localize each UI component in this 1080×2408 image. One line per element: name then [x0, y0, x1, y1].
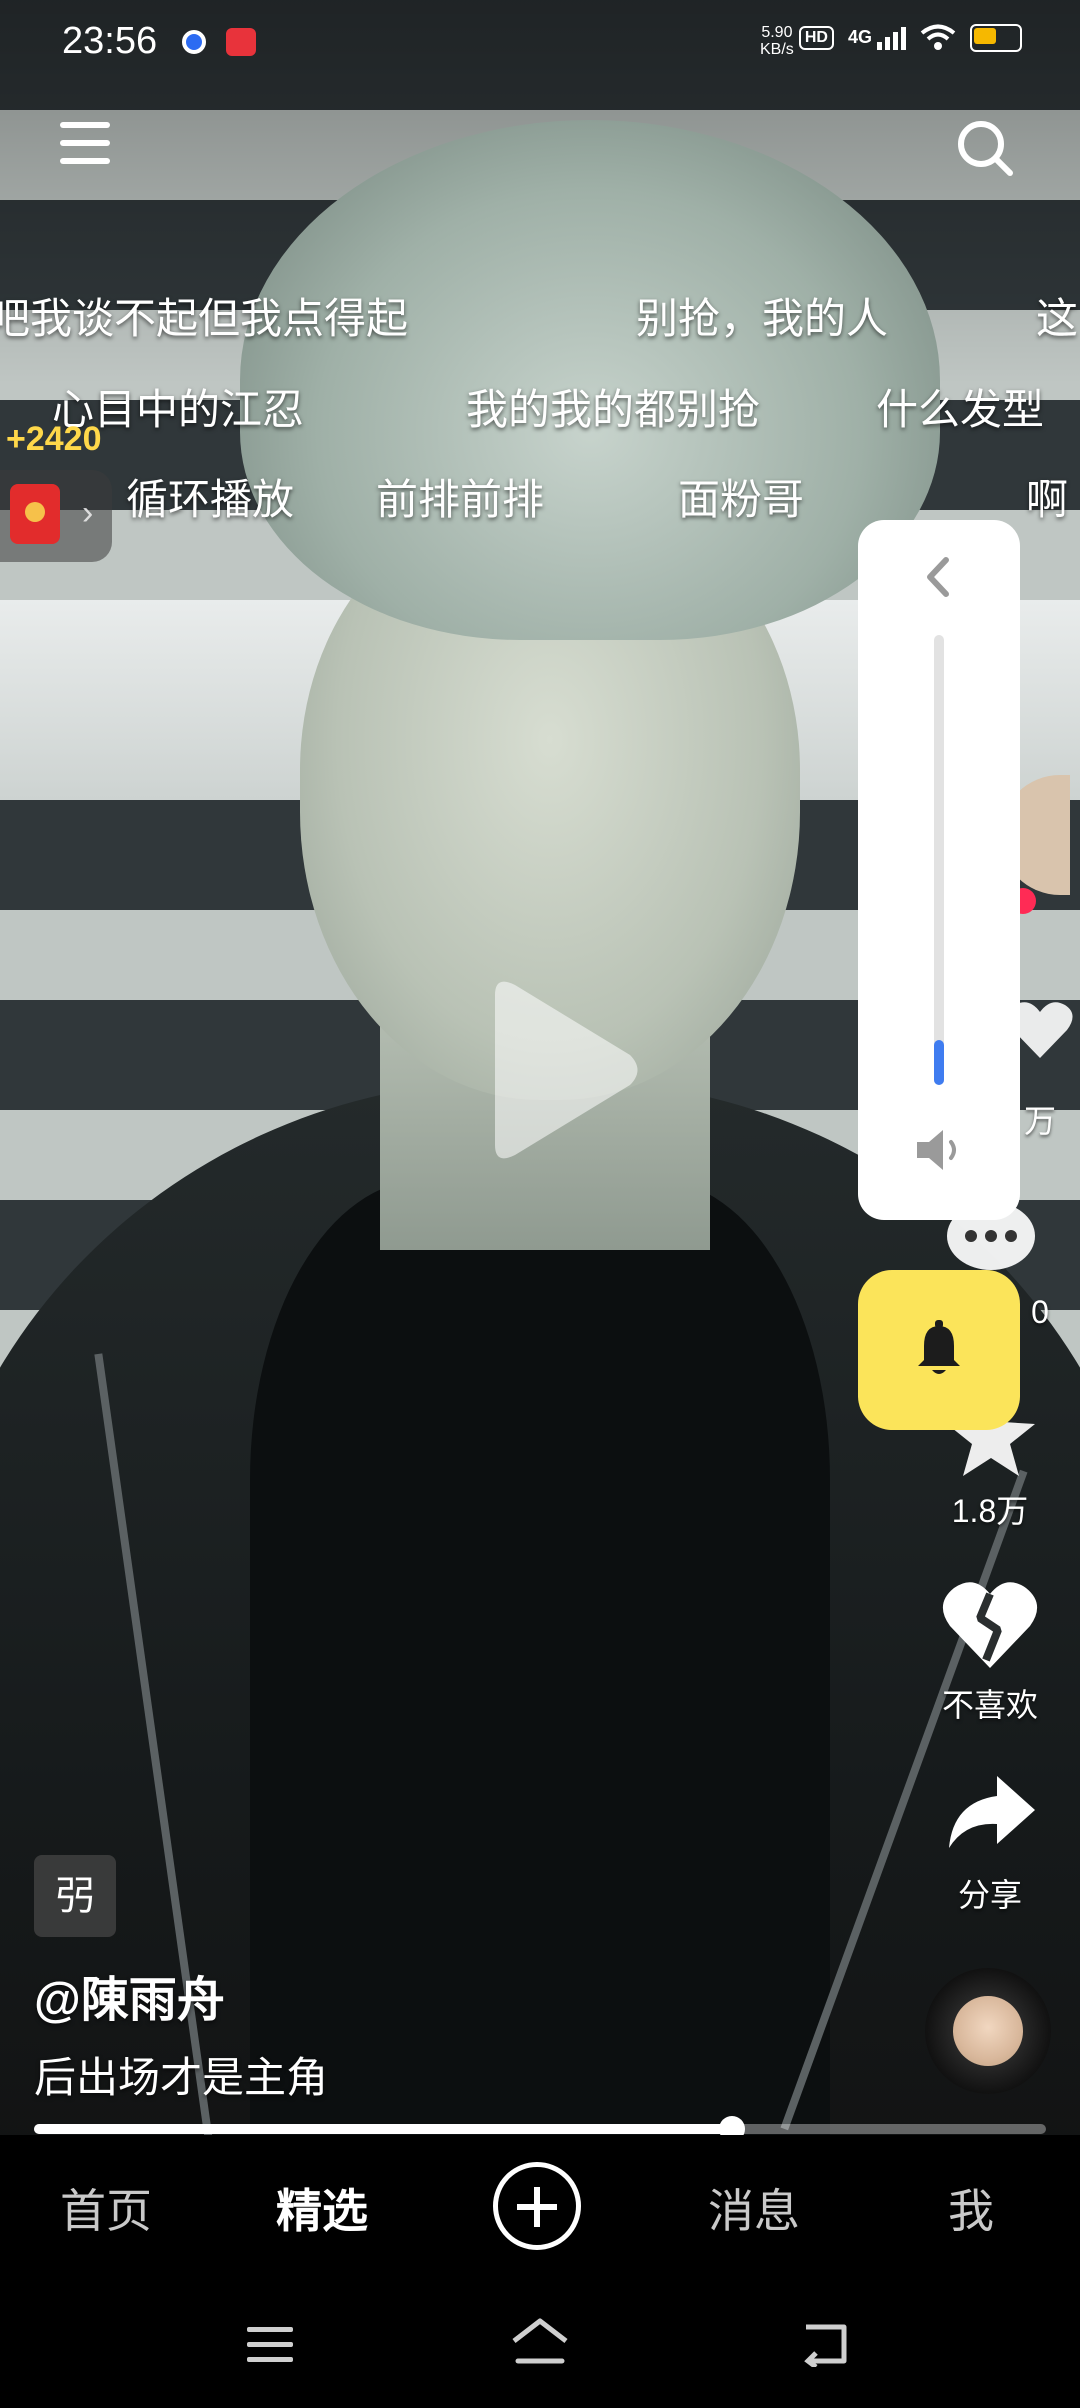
- play-icon[interactable]: [475, 975, 645, 1165]
- danmu-comment: 啊: [1026, 476, 1069, 523]
- volume-slider[interactable]: [934, 635, 944, 1085]
- volume-panel[interactable]: [858, 520, 1020, 1220]
- tab-me[interactable]: 我: [948, 2175, 994, 2241]
- chevron-right-icon: ›: [82, 494, 94, 532]
- speaker-icon: [917, 1130, 956, 1170]
- menu-button[interactable]: [60, 122, 110, 172]
- tab-messages[interactable]: 消息: [708, 2175, 800, 2241]
- red-packet-widget[interactable]: ›: [0, 470, 112, 562]
- network-speed: 5.90 KB/s: [760, 24, 794, 58]
- tab-home[interactable]: 首页: [60, 2175, 152, 2241]
- danmu-comment: 别抢，我的人: [636, 295, 889, 342]
- home-icon[interactable]: [510, 2317, 570, 2367]
- battery-icon: [970, 24, 1022, 52]
- tab-featured[interactable]: 精选: [276, 2175, 368, 2241]
- back-icon[interactable]: [800, 2321, 850, 2367]
- status-time: 23:56: [62, 20, 158, 62]
- music-avatar: [953, 1996, 1023, 2066]
- wifi-icon: [920, 24, 956, 50]
- signal-icon: 4G: [847, 26, 906, 50]
- share-label: 分享: [957, 1877, 1022, 1913]
- dislike-label: 不喜欢: [941, 1687, 1038, 1723]
- search-icon[interactable]: [955, 118, 1015, 178]
- bell-icon: [918, 1320, 960, 1374]
- create-plus-button[interactable]: [493, 2162, 581, 2250]
- danmu-comment: 循环播放: [126, 476, 295, 523]
- dislike-broken-heart-icon[interactable]: [940, 1580, 1040, 1670]
- red-envelope-icon: [10, 484, 60, 544]
- chevron-left-icon[interactable]: [918, 552, 958, 602]
- network-type: 4G: [847, 26, 872, 47]
- danmu-comment: 这: [1036, 295, 1079, 342]
- music-disc[interactable]: [925, 1968, 1051, 2094]
- author-tag[interactable]: 弜: [34, 1855, 116, 1937]
- video-progress-bar[interactable]: [34, 2116, 1046, 2142]
- status-icons: HD 4G: [798, 24, 1022, 52]
- danmu-comment: 前排前排: [376, 476, 545, 523]
- reward-amount: +2420: [6, 420, 102, 458]
- share-arrow-icon[interactable]: [945, 1772, 1037, 1852]
- bottom-tab-bar: 首页 精选 消息 我: [0, 2135, 1080, 2275]
- author-name[interactable]: @陳雨舟: [34, 1960, 225, 2030]
- video-progress-played: [34, 2124, 733, 2134]
- hd-voice-icon: HD: [798, 26, 834, 50]
- danmu-comment: 什么发型: [876, 386, 1045, 433]
- app-notification-icon: [182, 30, 206, 54]
- menu-icon: [60, 122, 110, 128]
- video-figure-shirt: [250, 1180, 830, 2135]
- video-description[interactable]: 后出场才是主角: [34, 2044, 328, 2105]
- network-speed-unit: KB/s: [760, 41, 794, 58]
- danmu-comment: 吧我谈不起但我点得起: [0, 295, 409, 342]
- network-speed-value: 5.90: [761, 24, 793, 41]
- notification-bell-button[interactable]: [858, 1270, 1020, 1430]
- system-nav-bar: [0, 2275, 1080, 2408]
- volume-level-fill: [934, 1040, 944, 1085]
- recent-apps-icon[interactable]: [245, 2325, 295, 2365]
- danmu-comment: 面粉哥: [678, 476, 805, 523]
- xiaohongshu-notification-icon: [226, 28, 256, 56]
- danmu-comment: 我的我的都别抢: [466, 386, 761, 433]
- favorite-count: 1.8万: [951, 1493, 1029, 1529]
- status-bar: 23:56 5.90 KB/s HD 4G: [0, 0, 1080, 90]
